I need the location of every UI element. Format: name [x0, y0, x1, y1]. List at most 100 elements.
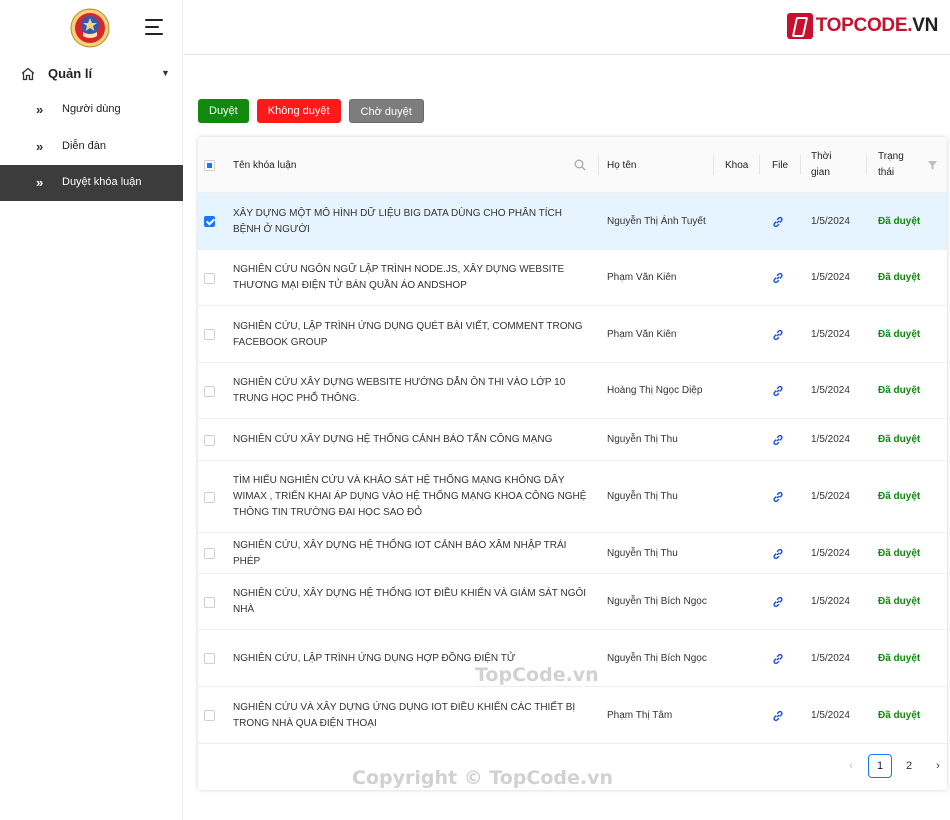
brand-mark-icon: [786, 13, 813, 39]
thesis-title: Nghiên cứu xây dựng hệ thống cảnh báo tấ…: [233, 434, 553, 445]
table-row[interactable]: Nghiên cứu, xây dựng hệ thống IoT cảnh b…: [198, 533, 947, 574]
double-chevron-right-icon: »: [36, 102, 44, 117]
link-icon[interactable]: [772, 216, 784, 228]
link-icon[interactable]: [772, 385, 784, 397]
brand-text-dark: VN: [912, 15, 938, 36]
search-icon[interactable]: [574, 159, 586, 171]
submit-date: 1/5/2024: [811, 215, 850, 227]
student-name: Phạm Thị Tâm: [607, 709, 673, 721]
pending-button[interactable]: Chờ duyệt: [348, 99, 424, 123]
file-cell: [771, 250, 785, 306]
student-name: Nguyễn Thị Thu: [607, 491, 678, 502]
home-icon: [21, 67, 35, 81]
column-header-time: Thời gian: [811, 151, 832, 178]
sidebar-item-label: Diễn đàn: [62, 140, 107, 152]
table-row[interactable]: Nghiên cứu và xây dựng ứng dụng IoT điều…: [198, 687, 947, 744]
submit-date: 1/5/2024: [811, 596, 850, 607]
page-2-button[interactable]: 2: [897, 754, 921, 778]
row-checkbox-cell: [204, 574, 218, 630]
file-cell: [771, 193, 785, 250]
status-badge: Đã duyệt: [878, 652, 921, 664]
status-badge: Đã duyệt: [878, 547, 921, 559]
university-logo-icon: [70, 8, 110, 48]
link-icon[interactable]: [772, 272, 784, 284]
row-checkbox-cell: [204, 687, 218, 744]
link-icon[interactable]: [772, 596, 784, 608]
link-icon[interactable]: [772, 329, 784, 341]
student-name: Nguyễn Thị Thu: [607, 547, 678, 559]
table-row[interactable]: Tìm hiểu nghiên cứu và khảo sát hệ thống…: [198, 461, 947, 533]
thesis-title: Nghiên cứu ngôn ngữ lập trình Node.js, x…: [233, 264, 565, 291]
sidebar-item-label: Người dùng: [62, 103, 121, 115]
file-cell: [771, 306, 785, 363]
row-checkbox-cell: [204, 250, 218, 306]
row-checkbox[interactable]: [204, 434, 215, 446]
submit-date: 1/5/2024: [811, 547, 850, 559]
double-chevron-right-icon: »: [36, 175, 44, 190]
reject-button[interactable]: Không duyệt: [256, 99, 341, 123]
page-1-button[interactable]: 1: [868, 754, 892, 778]
next-page-button[interactable]: ›: [926, 754, 950, 778]
link-icon[interactable]: [772, 548, 784, 560]
submit-date: 1/5/2024: [811, 328, 850, 340]
row-checkbox[interactable]: [204, 596, 215, 608]
row-checkbox[interactable]: [204, 216, 215, 227]
table-row[interactable]: Nghiên cứu xây dựng hệ thống cảnh báo tấ…: [198, 419, 947, 461]
row-checkbox[interactable]: [204, 491, 215, 503]
menu-toggle-icon[interactable]: [145, 19, 163, 35]
sidebar-item-users[interactable]: » Người dùng: [0, 92, 183, 128]
table-row[interactable]: Nghiên cứu, xây dựng hệ thống IoT điều k…: [198, 574, 947, 630]
table-row[interactable]: Nghiên cứu xây dựng website hướng dẫn ôn…: [198, 363, 947, 419]
column-header-status: Trạng thái: [878, 151, 904, 178]
sidebar-item-forum[interactable]: » Diễn đàn: [0, 129, 183, 165]
status-badge: Đã duyệt: [878, 215, 921, 227]
row-checkbox[interactable]: [204, 272, 215, 284]
sidebar-item-thesis-approval[interactable]: » Duyệt khóa luận: [0, 165, 183, 201]
row-checkbox-cell: [204, 419, 218, 461]
file-cell: [771, 533, 785, 574]
app-root: Quản lí ▼ » Người dùng » Diễn đàn » Duyệ…: [0, 0, 950, 820]
submit-date: 1/5/2024: [811, 709, 850, 721]
row-checkbox[interactable]: [204, 329, 215, 340]
brand-text-accent: TOPCODE.: [815, 15, 913, 36]
student-name: Nguyễn Thị Thu: [607, 434, 678, 445]
row-checkbox[interactable]: [204, 653, 215, 664]
table-row[interactable]: Nghiên cứu, lập trình ứng dụng hợp đồng …: [198, 630, 947, 687]
brand-logo[interactable]: TOPCODE.VN: [786, 11, 939, 41]
row-checkbox[interactable]: [204, 710, 215, 721]
sidebar-header: [0, 0, 182, 55]
row-checkbox-cell: [204, 630, 218, 687]
status-badge: Đã duyệt: [878, 709, 921, 721]
thesis-table: Tên khóa luận Họ tên Khoa File Thời gian…: [198, 137, 947, 790]
student-name: Nguyễn Thị Bích Ngọc: [607, 652, 707, 664]
status-badge: Đã duyệt: [878, 491, 921, 502]
student-name: Nguyễn Thị Ánh Tuyết: [607, 215, 706, 227]
table-row[interactable]: Xây dựng một mô hình dữ liệu big data dù…: [198, 193, 947, 250]
row-checkbox[interactable]: [204, 385, 215, 397]
header-title-cell: Tên khóa luận: [233, 137, 588, 193]
approve-button[interactable]: Duyệt: [198, 99, 249, 123]
file-cell: [771, 687, 785, 744]
brand-text: TOPCODE.VN: [815, 15, 939, 37]
link-icon[interactable]: [772, 710, 784, 722]
menu-toggle-bar: [145, 26, 159, 28]
table-row[interactable]: Nghiên cứu, lập trình ứng dụng quét bài …: [198, 306, 947, 363]
thesis-title: Nghiên cứu, xây dựng hệ thống IoT cảnh b…: [233, 539, 567, 567]
thesis-title: Nghiên cứu và xây dựng ứng dụng IoT điều…: [233, 701, 576, 729]
row-checkbox-cell: [204, 193, 218, 250]
select-all-checkbox[interactable]: [204, 159, 215, 171]
prev-page-button[interactable]: ‹: [839, 754, 863, 778]
filter-icon[interactable]: [928, 161, 937, 170]
student-name: Phạm Văn Kiên: [607, 272, 677, 283]
link-icon[interactable]: [772, 434, 784, 446]
link-icon[interactable]: [772, 653, 784, 665]
action-buttons: Duyệt Không duyệt Chờ duyệt: [198, 99, 424, 123]
chevron-down-icon: ▼: [161, 68, 170, 78]
file-cell: [771, 630, 785, 687]
link-icon[interactable]: [772, 491, 784, 503]
column-header-name: Họ tên: [607, 159, 637, 171]
table-row[interactable]: Nghiên cứu ngôn ngữ lập trình Node.js, x…: [198, 250, 947, 306]
sidebar-group-manage[interactable]: Quản lí ▼: [0, 56, 183, 92]
row-checkbox[interactable]: [204, 548, 215, 559]
status-badge: Đã duyệt: [878, 385, 921, 396]
